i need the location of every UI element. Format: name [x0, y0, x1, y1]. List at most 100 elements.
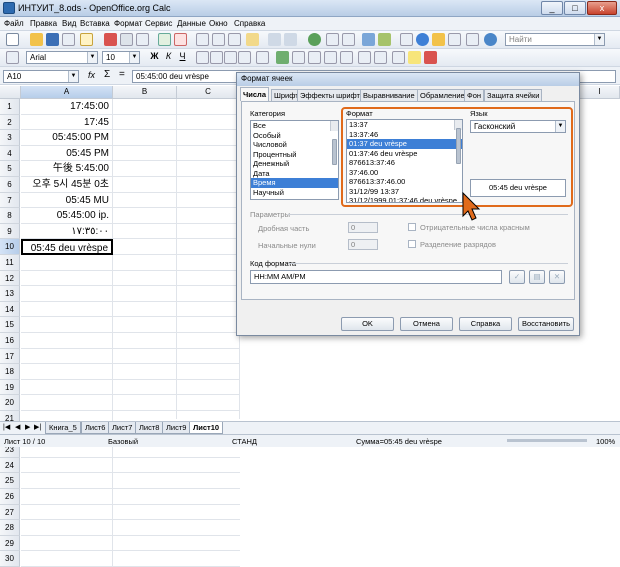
row-header[interactable]: 9 — [0, 223, 20, 240]
open-folder-icon[interactable] — [30, 33, 43, 46]
cell-a[interactable] — [21, 489, 113, 505]
cell-a[interactable] — [21, 301, 113, 318]
last-sheet-icon[interactable]: ▶| — [34, 423, 41, 431]
row-header[interactable]: 12 — [0, 270, 20, 287]
first-sheet-icon[interactable]: |◀ — [3, 423, 10, 431]
cell-a[interactable] — [21, 457, 113, 474]
increase-indent-icon[interactable] — [374, 51, 387, 64]
menu-edit[interactable]: Правка — [30, 19, 57, 28]
minimize-button[interactable]: _ — [541, 1, 563, 15]
row-header[interactable]: 30 — [0, 551, 20, 567]
spellcheck-icon[interactable] — [158, 33, 171, 46]
bold-icon[interactable]: Ж — [148, 51, 161, 64]
sort-descending-icon[interactable] — [342, 33, 355, 46]
delete-format-icon[interactable]: ✕ — [549, 270, 565, 284]
tab-cell-protection[interactable]: Защита ячейки — [484, 89, 543, 101]
thousands-separator-checkbox[interactable] — [408, 240, 416, 248]
cell-a[interactable]: 05:45 MU — [21, 192, 113, 209]
row-header[interactable]: 15 — [0, 317, 20, 333]
row-header[interactable]: 29 — [0, 535, 20, 552]
format-code-input[interactable]: HH:MM AM/PM — [250, 270, 502, 284]
row-header[interactable]: 24 — [0, 457, 20, 474]
tab-numbers[interactable]: Числа — [240, 87, 269, 101]
chevron-down-icon[interactable]: ▼ — [129, 52, 139, 63]
cell-a[interactable] — [21, 317, 113, 333]
row-header[interactable]: 20 — [0, 395, 20, 411]
category-item[interactable]: Особый — [251, 131, 338, 141]
category-item[interactable]: Процентный — [251, 150, 338, 160]
align-right-icon[interactable] — [224, 51, 237, 64]
merge-cells-icon[interactable] — [256, 51, 269, 64]
row-header[interactable]: 27 — [0, 504, 20, 521]
align-center-icon[interactable] — [210, 51, 223, 64]
cell-a[interactable]: ١٧:٣٥:٠٠ — [21, 223, 113, 240]
category-scrollbar[interactable] — [330, 121, 338, 165]
status-sum[interactable]: Сумма=05:45 deu vrèspe — [356, 437, 442, 446]
paste-icon[interactable] — [228, 33, 241, 46]
row-header[interactable]: 28 — [0, 520, 20, 536]
chevron-down-icon[interactable]: ▼ — [594, 34, 604, 45]
add-format-icon[interactable]: ✓ — [509, 270, 525, 284]
sheet-tab[interactable]: Лист6 — [81, 422, 110, 434]
cell-a[interactable] — [21, 535, 113, 552]
reset-button[interactable]: Восстановить — [518, 317, 574, 331]
row-header[interactable]: 26 — [0, 489, 20, 505]
category-item[interactable]: Дата — [251, 169, 338, 179]
format-item[interactable]: 01:37 deu vrèspe — [347, 139, 462, 149]
row-header[interactable]: 3 — [0, 130, 20, 146]
row-header[interactable]: 17 — [0, 348, 20, 365]
category-item[interactable]: Денежный — [251, 159, 338, 169]
remove-decimal-icon[interactable] — [340, 51, 353, 64]
new-document-icon[interactable] — [6, 33, 19, 46]
standard-format-icon[interactable] — [308, 51, 321, 64]
cell-a[interactable] — [21, 348, 113, 365]
gallery-icon[interactable] — [432, 33, 445, 46]
save-icon[interactable] — [46, 33, 59, 46]
format-scrollbar[interactable] — [454, 120, 462, 164]
undo-icon[interactable] — [268, 33, 281, 46]
row-header[interactable]: 25 — [0, 473, 20, 489]
maximize-button[interactable]: □ — [564, 1, 586, 15]
row-header[interactable]: 16 — [0, 333, 20, 349]
cell-a[interactable] — [21, 286, 113, 302]
column-header-b[interactable]: B — [113, 86, 177, 99]
ok-button[interactable]: OK — [341, 317, 394, 331]
row-header[interactable]: 14 — [0, 301, 20, 318]
decrease-indent-icon[interactable] — [358, 51, 371, 64]
percent-format-icon[interactable] — [292, 51, 305, 64]
sheet-tab[interactable]: Лист7 — [108, 422, 137, 434]
row-header[interactable]: 1 — [0, 99, 20, 115]
status-zoom[interactable]: 100% — [596, 437, 615, 446]
underline-icon[interactable]: Ч — [176, 51, 189, 64]
redo-icon[interactable] — [284, 33, 297, 46]
sum-icon[interactable]: Σ — [104, 69, 110, 80]
font-size-combo[interactable]: 10 ▼ — [102, 51, 140, 64]
decimals-stepper[interactable]: 0 — [348, 222, 378, 233]
row-header[interactable]: 13 — [0, 286, 20, 302]
negative-red-checkbox[interactable] — [408, 223, 416, 231]
cell-a[interactable]: 오후 5시 45분 0초 — [21, 177, 113, 193]
email-icon[interactable] — [62, 33, 75, 46]
print-icon[interactable] — [120, 33, 133, 46]
format-list[interactable]: 13:37 13:37:46 01:37 deu vrèspe 01:37:46 de… — [346, 119, 463, 203]
chevron-down-icon[interactable]: ▼ — [87, 52, 97, 63]
function-icon[interactable]: = — [119, 69, 125, 80]
chevron-down-icon[interactable]: ▼ — [555, 121, 565, 132]
pivot-table-icon[interactable] — [378, 33, 391, 46]
cell-a[interactable] — [21, 270, 113, 287]
format-item[interactable]: 37:46.00 — [347, 168, 462, 178]
hyperlink-icon[interactable] — [308, 33, 321, 46]
format-item[interactable]: 13:37:46 — [347, 130, 462, 140]
sort-ascending-icon[interactable] — [326, 33, 339, 46]
status-mode[interactable]: СТАНД — [232, 437, 257, 446]
format-paintbrush-icon[interactable] — [246, 33, 259, 46]
cell-a[interactable] — [21, 379, 113, 396]
sheet-tab[interactable]: Лист8 — [135, 422, 164, 434]
row-header[interactable]: 11 — [0, 255, 20, 271]
row-header[interactable]: 2 — [0, 114, 20, 131]
cell-a[interactable] — [21, 364, 113, 380]
styles-icon[interactable] — [6, 51, 19, 64]
sheet-tab-active[interactable]: Лист10 — [189, 422, 224, 434]
sheet-tab[interactable]: Книга_5 — [45, 422, 81, 434]
menu-file[interactable]: Файл — [4, 19, 24, 28]
